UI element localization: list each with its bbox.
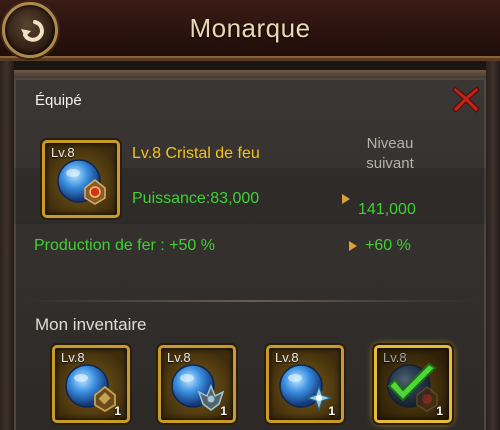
section-divider — [22, 300, 478, 302]
power-value: Puissance:83,000 — [132, 190, 260, 207]
item-count: 1 — [220, 404, 227, 418]
item-count: 1 — [328, 404, 335, 418]
item-level-badge: Lv.8 — [383, 350, 407, 365]
frame-right — [486, 60, 500, 430]
close-icon — [452, 86, 480, 113]
iron-production: Production de fer : +50 % — [34, 237, 215, 254]
inventory-label: Mon inventaire — [35, 315, 147, 334]
equipped-label: Équipé — [35, 92, 82, 109]
item-level-badge: Lv.8 — [51, 145, 75, 160]
close-button[interactable] — [448, 82, 484, 116]
inventory-item-4-equipped[interactable]: Lv.8 1 — [374, 345, 452, 423]
next-iron-value: +60 % — [365, 237, 411, 254]
arrow-right-icon — [342, 194, 350, 204]
item-count: 1 — [114, 404, 121, 418]
next-power-value: 141,000 — [358, 201, 416, 218]
item-name: Lv.8 Cristal de feu — [132, 145, 260, 162]
arrow-right-icon — [349, 241, 357, 251]
inventory-item-1[interactable]: Lv.8 1 — [52, 345, 130, 423]
back-button[interactable] — [2, 2, 58, 58]
page-title: Monarque — [189, 13, 311, 43]
title-bar: Monarque — [0, 0, 500, 61]
back-arrow-icon — [21, 20, 44, 42]
inventory-item-2[interactable]: Lv.8 1 — [158, 345, 236, 423]
next-level-text: Niveau suivant — [366, 135, 414, 172]
item-level-badge: Lv.8 — [275, 350, 299, 365]
item-count: 1 — [436, 404, 443, 418]
frame-left — [0, 60, 14, 430]
inventory-item-3[interactable]: Lv.8 1 — [266, 345, 344, 423]
item-level-badge: Lv.8 — [61, 350, 85, 365]
item-level-badge: Lv.8 — [167, 350, 191, 365]
next-level-label: Niveau suivant — [340, 134, 440, 174]
equipped-item-slot[interactable]: Lv.8 — [42, 140, 120, 218]
